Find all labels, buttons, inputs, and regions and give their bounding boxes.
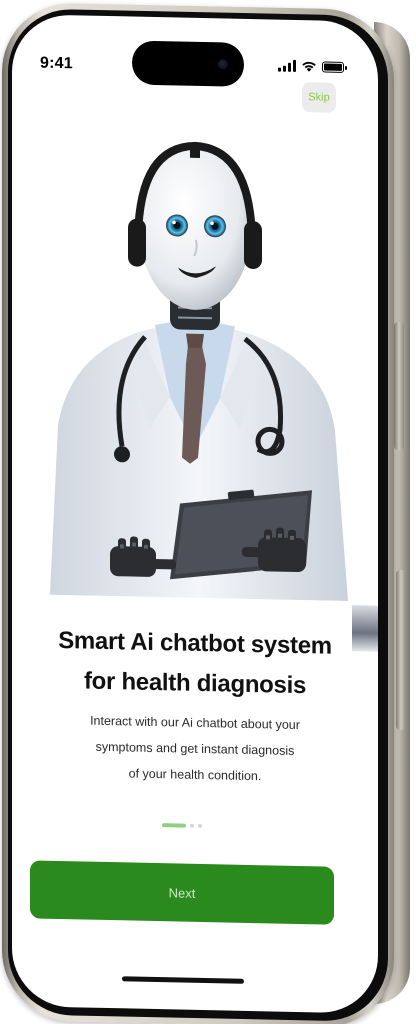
page-dot	[198, 823, 202, 828]
next-button[interactable]: Next	[30, 860, 334, 925]
onboarding-title: Smart Ai chatbot system for health diagn…	[12, 620, 378, 708]
skip-button[interactable]: Skip	[302, 82, 336, 113]
camera-control-button	[396, 570, 406, 730]
page-indicator	[162, 823, 202, 828]
onboarding-description: Interact with our Ai chatbot about your …	[52, 707, 338, 791]
home-indicator[interactable]	[122, 976, 244, 984]
status-time: 9:41	[40, 54, 73, 73]
page-dot	[190, 823, 194, 828]
title-line-2: for health diagnosis	[83, 667, 307, 700]
app-screen: 9:41 Skip Smart Ai chatbot system for he…	[12, 14, 378, 1014]
action-button	[394, 322, 404, 450]
description-line-3: of your health condition.	[128, 766, 262, 784]
title-line-1: Smart Ai chatbot system	[58, 626, 332, 660]
device-mockup: 9:41 Skip Smart Ai chatbot system for he…	[0, 0, 416, 1024]
page-dot-active	[162, 823, 186, 828]
battery-icon	[322, 60, 344, 73]
robot-doctor-illustration	[50, 141, 348, 602]
front-camera-icon	[218, 59, 228, 70]
wifi-icon	[302, 61, 316, 72]
dynamic-island	[132, 40, 244, 87]
status-icons	[278, 59, 344, 73]
cellular-signal-icon	[278, 59, 296, 72]
